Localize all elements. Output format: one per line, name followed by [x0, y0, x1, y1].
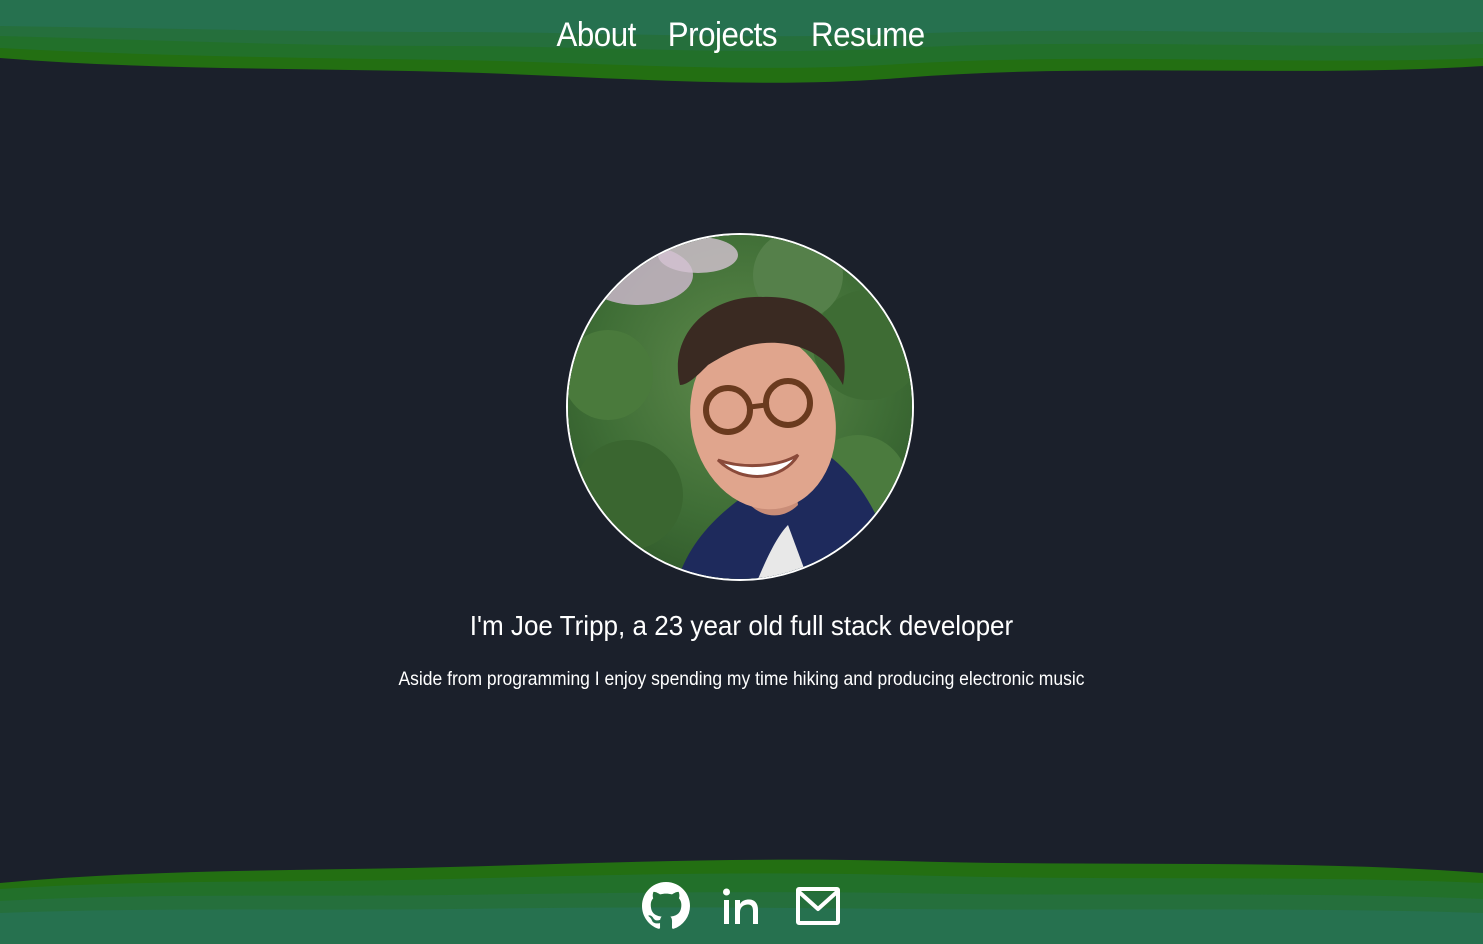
profile-photo-illustration	[568, 235, 912, 579]
page: About Projects Resume I'm Joe Tripp, a 2…	[0, 0, 1483, 944]
main-nav: About Projects Resume	[0, 10, 1483, 60]
nav-link-resume[interactable]: Resume	[811, 11, 925, 59]
linkedin-icon	[722, 888, 758, 924]
intro-subline: Aside from programming I enjoy spending …	[398, 669, 1085, 690]
footer	[0, 849, 1483, 944]
header: About Projects Resume	[0, 0, 1483, 95]
github-icon	[641, 882, 690, 929]
email-link[interactable]	[794, 881, 842, 931]
profile-photo	[566, 233, 914, 581]
social-links	[0, 881, 1483, 931]
linkedin-link[interactable]	[718, 881, 766, 931]
nav-link-about[interactable]: About	[557, 11, 637, 59]
mail-icon	[795, 887, 840, 925]
nav-link-projects[interactable]: Projects	[668, 11, 778, 59]
github-link[interactable]	[641, 881, 690, 931]
intro-headline: I'm Joe Tripp, a 23 year old full stack …	[469, 610, 1014, 641]
